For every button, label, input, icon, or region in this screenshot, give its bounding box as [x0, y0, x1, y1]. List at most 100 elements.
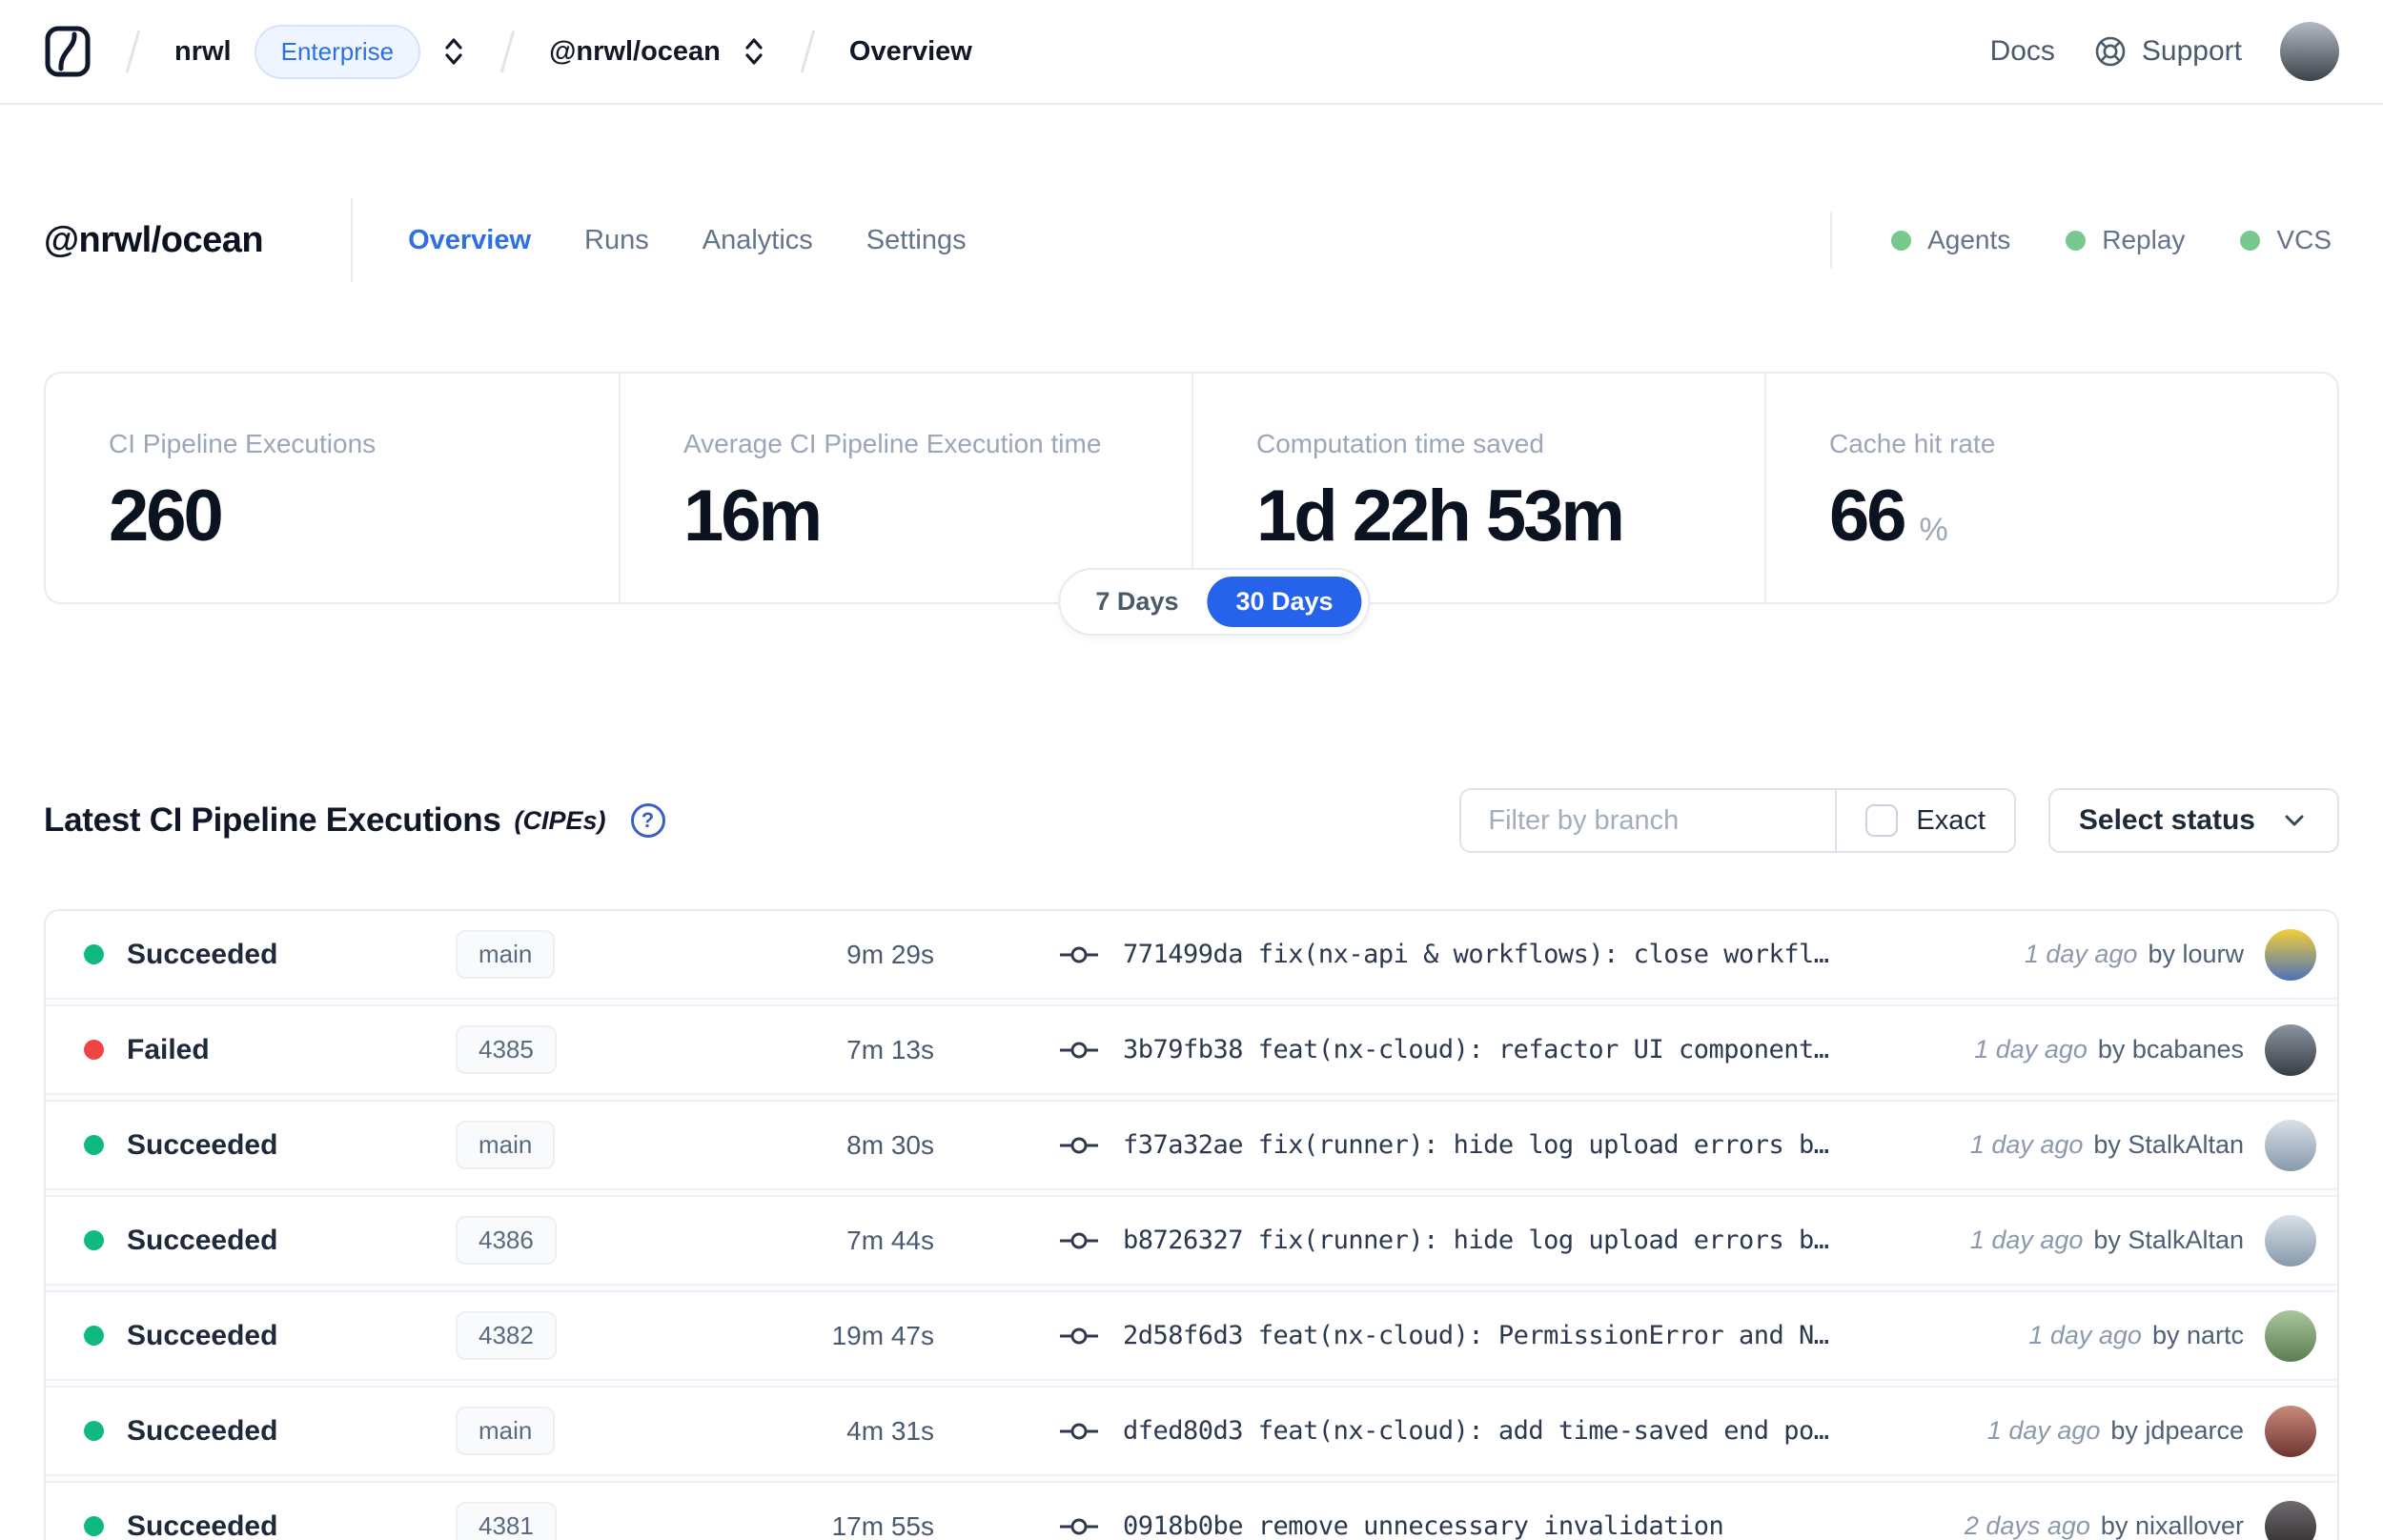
help-icon[interactable]: ?: [630, 803, 665, 838]
stat-value: 260: [109, 476, 224, 557]
branch-filter-input[interactable]: [1461, 790, 1836, 851]
status-dot-icon: [84, 1421, 104, 1441]
commit-message[interactable]: 3b79fb38 feat(nx-cloud): refactor UI com…: [1123, 1035, 1955, 1064]
author-avatar: [2265, 1405, 2316, 1457]
duration-label: 8m 30s: [846, 1129, 934, 1160]
breadcrumb-slash: [499, 30, 516, 73]
service-label: VCS: [2276, 225, 2332, 254]
branch-badge[interactable]: main: [456, 1407, 556, 1455]
duration-label: 17m 55s: [831, 1510, 934, 1540]
support-link[interactable]: Support: [2093, 34, 2242, 69]
top-nav: nrwl Enterprise @nrwl/ocean Overview Doc…: [0, 0, 2383, 105]
status-dot-icon: [84, 1326, 104, 1346]
status-label: Succeeded: [127, 1319, 278, 1351]
branch-badge[interactable]: main: [456, 1121, 556, 1169]
status-label: Succeeded: [127, 1224, 278, 1256]
tab-analytics[interactable]: Analytics: [703, 225, 813, 256]
service-vcs: VCS: [2240, 225, 2332, 255]
git-commit-icon: [1060, 1423, 1098, 1439]
tab-overview[interactable]: Overview: [408, 225, 531, 256]
branch-badge[interactable]: 4381: [456, 1502, 557, 1540]
stat-value: 16m: [683, 476, 823, 557]
status-label: Succeeded: [127, 1414, 278, 1447]
commit-message[interactable]: f37a32ae fix(runner): hide log upload er…: [1123, 1130, 1951, 1160]
table-row[interactable]: Succeeded main 9m 29s 771499da fix(nx-ap…: [46, 911, 2337, 998]
author-avatar: [2265, 1119, 2316, 1171]
date-range-toggle: 7 Days 30 Days: [1058, 568, 1371, 636]
author-avatar: [2265, 1023, 2316, 1076]
table-row[interactable]: Succeeded main 4m 31s dfed80d3 feat(nx-c…: [46, 1388, 2337, 1474]
time-ago: 1 day ago: [1974, 1035, 2088, 1064]
time-ago: 1 day ago: [1986, 1416, 2101, 1445]
commit-message[interactable]: 771499da fix(nx-api & workflows): close …: [1123, 940, 2006, 969]
cipes-heading: Latest CI Pipeline Executions: [44, 801, 501, 839]
table-row[interactable]: Succeeded 4382 19m 47s 2d58f6d3 feat(nx-…: [46, 1292, 2337, 1379]
git-commit-icon: [1060, 946, 1098, 962]
branch-badge[interactable]: 4385: [456, 1025, 557, 1074]
branch-badge[interactable]: 4386: [456, 1216, 557, 1265]
exact-label: Exact: [1916, 804, 1986, 836]
duration-label: 4m 31s: [846, 1415, 934, 1446]
stat-label: CI Pipeline Executions: [109, 429, 377, 458]
stat-cache-hit-rate: Cache hit rate 66%: [1764, 374, 2337, 602]
breadcrumb-workspace[interactable]: @nrwl/ocean: [549, 36, 721, 68]
author-label: by jdpearce: [2110, 1416, 2244, 1445]
service-label: Replay: [2102, 225, 2186, 254]
nx-cloud-logo-icon[interactable]: [44, 25, 92, 78]
workspace-header: @nrwl/ocean Overview Runs Analytics Sett…: [44, 196, 2339, 284]
branch-badge[interactable]: 4382: [456, 1311, 557, 1360]
cipe-table: Succeeded main 9m 29s 771499da fix(nx-ap…: [44, 909, 2339, 1540]
exact-checkbox[interactable]: [1865, 804, 1899, 837]
status-dot-icon: [84, 1516, 104, 1536]
branch-filter-group: Exact: [1459, 788, 2016, 853]
workspace-tabs: Overview Runs Analytics Settings: [408, 225, 967, 256]
table-row[interactable]: Succeeded 4386 7m 44s b8726327 fix(runne…: [46, 1197, 2337, 1284]
author-avatar: [2265, 928, 2316, 981]
stat-label: Computation time saved: [1256, 429, 1544, 458]
commit-message[interactable]: dfed80d3 feat(nx-cloud): add time-saved …: [1123, 1416, 1968, 1446]
commit-message[interactable]: 0918b0be remove unnecessary invalidation: [1123, 1511, 1945, 1540]
docs-link[interactable]: Docs: [1990, 35, 2055, 68]
support-label: Support: [2141, 35, 2242, 67]
status-select-dropdown[interactable]: Select status: [2047, 788, 2339, 853]
time-ago: 2 days ago: [1964, 1511, 2090, 1540]
commit-message[interactable]: 2d58f6d3 feat(nx-cloud): PermissionError…: [1123, 1321, 2009, 1350]
status-select-label: Select status: [2078, 804, 2255, 836]
table-row[interactable]: Succeeded main 8m 30s f37a32ae fix(runne…: [46, 1102, 2337, 1188]
tab-settings[interactable]: Settings: [866, 225, 967, 256]
range-7-days[interactable]: 7 Days: [1067, 577, 1207, 627]
branch-badge[interactable]: main: [456, 930, 556, 979]
range-30-days[interactable]: 30 Days: [1207, 577, 1362, 627]
author-label: by nixallover: [2100, 1511, 2244, 1540]
row-separator: [46, 1379, 2337, 1388]
user-avatar[interactable]: [2280, 22, 2339, 81]
cipes-heading-note: (CIPEs): [514, 805, 606, 835]
stat-ci-pipeline-executions: CI Pipeline Executions 260: [46, 374, 619, 602]
lifebuoy-icon: [2095, 36, 2126, 67]
git-commit-icon: [1060, 1518, 1098, 1534]
service-label: Agents: [1927, 225, 2011, 254]
table-row[interactable]: Failed 4385 7m 13s 3b79fb38 feat(nx-clou…: [46, 1006, 2337, 1093]
author-label: by nartc: [2151, 1321, 2244, 1349]
breadcrumb-page: Overview: [848, 35, 972, 67]
row-separator: [46, 1093, 2337, 1102]
breadcrumb-org[interactable]: nrwl: [174, 36, 232, 68]
workspace-switcher-icon[interactable]: [742, 34, 766, 69]
row-separator: [46, 998, 2337, 1006]
row-separator: [46, 1188, 2337, 1197]
divider: [351, 198, 354, 282]
git-commit-icon: [1060, 1232, 1098, 1248]
exact-filter: Exact: [1835, 790, 2014, 851]
tab-runs[interactable]: Runs: [584, 225, 649, 256]
table-row[interactable]: Succeeded 4381 17m 55s 0918b0be remove u…: [46, 1483, 2337, 1540]
status-dot-icon: [84, 1135, 104, 1155]
duration-label: 19m 47s: [831, 1320, 934, 1350]
org-switcher-icon[interactable]: [441, 34, 466, 69]
stat-label: Cache hit rate: [1829, 429, 1996, 458]
row-separator: [46, 1284, 2337, 1292]
status-dot-icon: [84, 944, 104, 964]
service-status-group: Agents Replay VCS: [1830, 213, 2339, 268]
service-agents: Agents: [1891, 225, 2010, 255]
commit-message[interactable]: b8726327 fix(runner): hide log upload er…: [1123, 1226, 1951, 1255]
author-avatar: [2265, 1500, 2316, 1540]
